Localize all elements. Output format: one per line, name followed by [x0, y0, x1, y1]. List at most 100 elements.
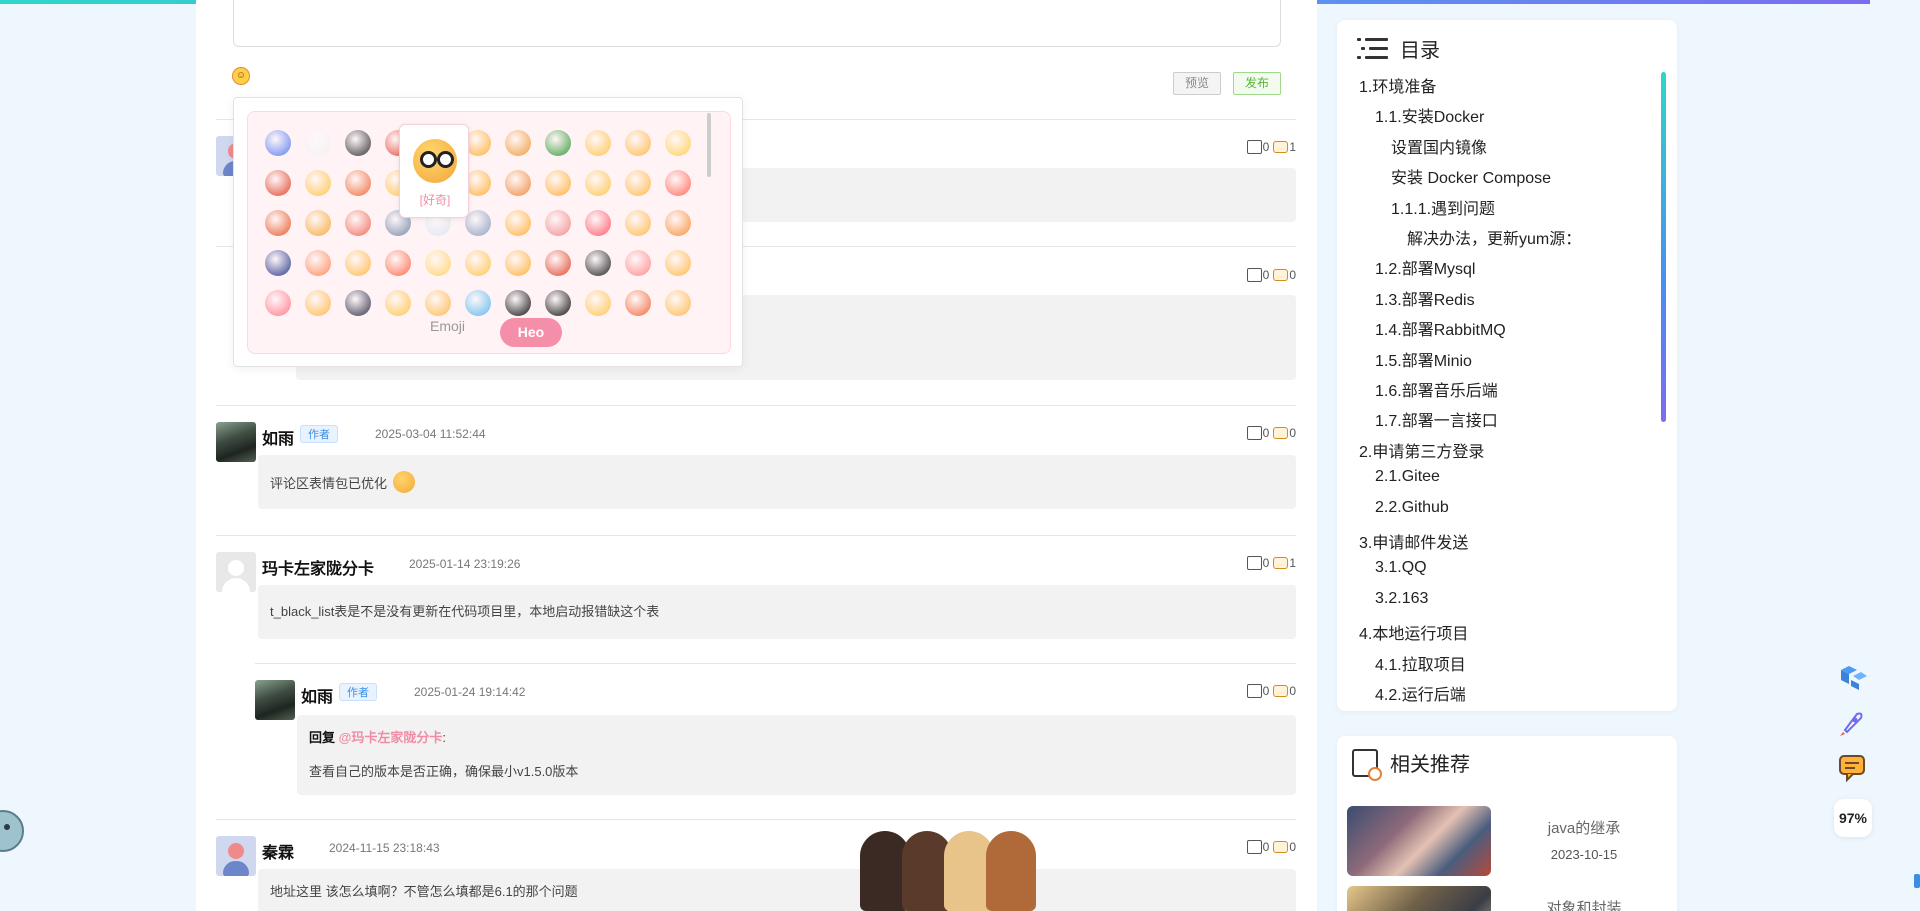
smile-icon[interactable]: ☺ [232, 67, 250, 85]
avatar[interactable] [216, 552, 256, 592]
toc-item[interactable]: 1.4.部署RabbitMQ [1375, 316, 1506, 340]
emoji-tab[interactable]: Emoji [430, 318, 465, 334]
like-button[interactable]: 0 [1246, 556, 1269, 570]
toc-item[interactable]: 1.6.部署音乐后端 [1375, 377, 1498, 401]
emoji-option[interactable] [618, 123, 658, 163]
cube-icon[interactable] [1837, 660, 1867, 690]
toc-item[interactable]: 1.环境准备 [1359, 73, 1436, 97]
toc-item[interactable]: 解决办法，更新yum源： [1407, 225, 1581, 249]
reply-button[interactable]: 0 [1273, 684, 1296, 698]
heo-tab[interactable]: Heo [500, 318, 562, 347]
emoji-option[interactable] [498, 163, 538, 203]
emoji-option[interactable] [258, 243, 298, 283]
cat-mascot-icon[interactable] [0, 810, 24, 852]
emoji-option[interactable] [498, 243, 538, 283]
emoji-option[interactable] [298, 243, 338, 283]
mention-link[interactable]: @玛卡左家陇分卡 [339, 730, 443, 745]
emoji-option[interactable] [578, 203, 618, 243]
emoji-option[interactable] [458, 243, 498, 283]
toc-item[interactable]: 1.3.部署Redis [1375, 286, 1475, 310]
preview-button[interactable]: 预览 [1173, 72, 1221, 95]
emoji-option[interactable] [498, 123, 538, 163]
post-thumbnail[interactable] [1347, 806, 1491, 876]
emoji-option[interactable] [658, 163, 698, 203]
toc-item[interactable]: 1.1.安装Docker [1375, 103, 1484, 127]
reply-button[interactable]: 0 [1273, 426, 1296, 440]
post-thumbnail[interactable] [1347, 886, 1491, 911]
reply-button[interactable]: 1 [1273, 140, 1296, 154]
commenter-name[interactable]: 如雨 [301, 683, 333, 707]
emoji-option[interactable] [338, 283, 378, 323]
commenter-name[interactable]: 如雨 [262, 425, 294, 449]
emoji-option[interactable] [538, 243, 578, 283]
emoji-option[interactable] [298, 123, 338, 163]
emoji-option[interactable] [378, 283, 418, 323]
commenter-name[interactable]: 秦霖 [262, 839, 294, 863]
emoji-option[interactable] [338, 123, 378, 163]
reply-button[interactable]: 0 [1273, 268, 1296, 282]
emoji-option[interactable] [618, 163, 658, 203]
emoji-option[interactable] [458, 283, 498, 323]
emoji-option[interactable] [578, 123, 618, 163]
like-button[interactable]: 0 [1246, 426, 1269, 440]
toc-item[interactable]: 1.5.部署Minio [1375, 347, 1472, 371]
emoji-option[interactable] [378, 243, 418, 283]
emoji-option[interactable] [538, 123, 578, 163]
toc-item[interactable]: 1.2.部署Mysql [1375, 255, 1475, 279]
post-title-link[interactable]: 对象和封装 [1491, 897, 1677, 911]
emoji-option[interactable] [578, 163, 618, 203]
reply-button[interactable]: 0 [1273, 840, 1296, 854]
toc-item[interactable]: 2.1.Gitee [1375, 468, 1440, 486]
toc-item[interactable]: 2.申请第三方登录 [1359, 438, 1484, 462]
emoji-option[interactable] [338, 163, 378, 203]
toc-item[interactable]: 3.1.QQ [1375, 559, 1427, 577]
emoji-option[interactable] [618, 243, 658, 283]
emoji-option[interactable] [298, 203, 338, 243]
like-button[interactable]: 0 [1246, 140, 1269, 154]
like-button[interactable]: 0 [1246, 684, 1269, 698]
emoji-option[interactable] [578, 283, 618, 323]
toc-item[interactable]: 4.2.运行后端 [1375, 681, 1466, 703]
emoji-option[interactable] [658, 243, 698, 283]
toc-item[interactable]: 1.7.部署一言接口 [1375, 407, 1498, 431]
avatar[interactable] [216, 836, 256, 876]
emoji-option[interactable] [658, 123, 698, 163]
emoji-option[interactable] [258, 163, 298, 203]
toc-item[interactable]: 安装 Docker Compose [1391, 164, 1551, 188]
emoji-option[interactable] [258, 203, 298, 243]
emoji-option[interactable] [338, 243, 378, 283]
emoji-option[interactable] [498, 203, 538, 243]
rocket-icon[interactable] [1837, 708, 1867, 738]
emoji-option[interactable] [658, 283, 698, 323]
toc-item[interactable]: 设置国内镜像 [1391, 134, 1487, 158]
comment-editor[interactable] [233, 0, 1281, 47]
post-title-link[interactable]: java的继承 [1491, 817, 1677, 838]
toc-item[interactable]: 4.1.拉取项目 [1375, 651, 1466, 675]
emoji-option[interactable] [338, 203, 378, 243]
emoji-option[interactable] [618, 283, 658, 323]
like-button[interactable]: 0 [1246, 840, 1269, 854]
emoji-option[interactable] [258, 283, 298, 323]
emoji-option[interactable] [578, 243, 618, 283]
avatar[interactable] [216, 422, 256, 462]
emoji-option[interactable] [658, 203, 698, 243]
toc-item[interactable]: 3.2.163 [1375, 590, 1428, 608]
like-button[interactable]: 0 [1246, 268, 1269, 282]
emoji-option[interactable] [418, 243, 458, 283]
emoji-option[interactable] [498, 283, 538, 323]
toc-item[interactable]: 4.本地运行项目 [1359, 620, 1468, 644]
publish-button[interactable]: 发布 [1233, 72, 1281, 95]
emoji-option[interactable] [298, 163, 338, 203]
scroll-percentage[interactable]: 97% [1834, 799, 1872, 837]
toc-item[interactable]: 1.1.1.遇到问题 [1391, 195, 1495, 219]
toc-scroll-indicator[interactable] [1661, 72, 1666, 422]
edge-widget[interactable] [1914, 874, 1920, 888]
emoji-option[interactable] [538, 163, 578, 203]
toc-item[interactable]: 3.申请邮件发送 [1359, 529, 1468, 553]
commenter-name[interactable]: 玛卡左家陇分卡 [262, 555, 374, 579]
toc-item[interactable]: 2.2.Github [1375, 499, 1449, 517]
emoji-scrollbar[interactable] [707, 113, 711, 177]
emoji-option[interactable] [298, 283, 338, 323]
emoji-option[interactable] [618, 203, 658, 243]
chat-icon[interactable] [1837, 752, 1867, 782]
